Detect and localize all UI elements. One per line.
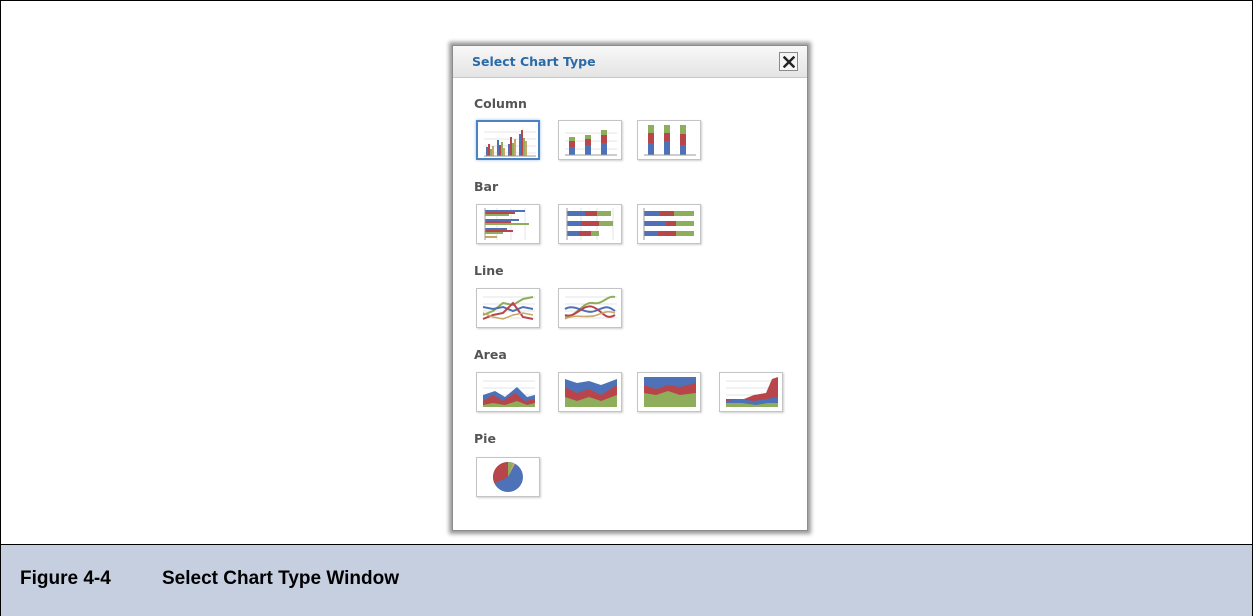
figure-caption-text: Select Chart Type Window: [162, 568, 400, 589]
chart-option-clustered-column[interactable]: [476, 120, 540, 160]
area-stacked-icon: [565, 379, 617, 407]
select-chart-type-dialog: Select Chart Type Column Bar Line Area P…: [452, 45, 808, 531]
close-button[interactable]: [779, 52, 798, 71]
chart-option-clustered-bar[interactable]: [476, 204, 540, 244]
area-step-icon: [726, 377, 778, 407]
column-stacked-icon: [565, 130, 617, 156]
chart-option-stacked-bar[interactable]: [558, 204, 622, 244]
chart-option-area[interactable]: [476, 372, 540, 412]
column-clustered-icon: [484, 130, 536, 157]
figure-caption-bar: Figure 4-4 Select Chart Type Window: [1, 544, 1252, 616]
chart-option-percent-stacked-bar[interactable]: [637, 204, 701, 244]
line-smooth-icon: [564, 295, 617, 320]
bar-clustered-icon: [484, 208, 529, 240]
pie-icon: [493, 462, 523, 492]
bar-percent-stacked-icon: [643, 208, 694, 240]
figure-caption: Figure 4-4 Select Chart Type Window: [20, 568, 399, 590]
chart-option-pie[interactable]: [476, 457, 540, 497]
dialog-header: Select Chart Type: [453, 46, 807, 78]
section-label-column: Column: [474, 96, 527, 111]
bar-stacked-icon: [566, 208, 614, 240]
section-label-line: Line: [474, 263, 504, 278]
figure-frame: Select Chart Type Column Bar Line Area P…: [0, 0, 1253, 616]
chart-option-smooth-line[interactable]: [558, 288, 622, 328]
chart-option-step-area[interactable]: [719, 372, 783, 412]
section-label-bar: Bar: [474, 179, 499, 194]
line-icon: [482, 296, 535, 320]
chart-option-percent-stacked-column[interactable]: [637, 120, 701, 160]
chart-option-stacked-column[interactable]: [558, 120, 622, 160]
dialog-title: Select Chart Type: [472, 54, 596, 69]
chart-option-stacked-area[interactable]: [558, 372, 622, 412]
chart-option-line[interactable]: [476, 288, 540, 328]
figure-number: Figure 4-4: [20, 568, 111, 589]
close-icon: [782, 55, 795, 68]
column-percent-stacked-icon: [644, 125, 696, 156]
chart-option-percent-stacked-area[interactable]: [637, 372, 701, 412]
area-percent-stacked-icon: [644, 377, 696, 407]
area-icon: [483, 380, 535, 407]
section-label-pie: Pie: [474, 431, 496, 446]
section-label-area: Area: [474, 347, 507, 362]
